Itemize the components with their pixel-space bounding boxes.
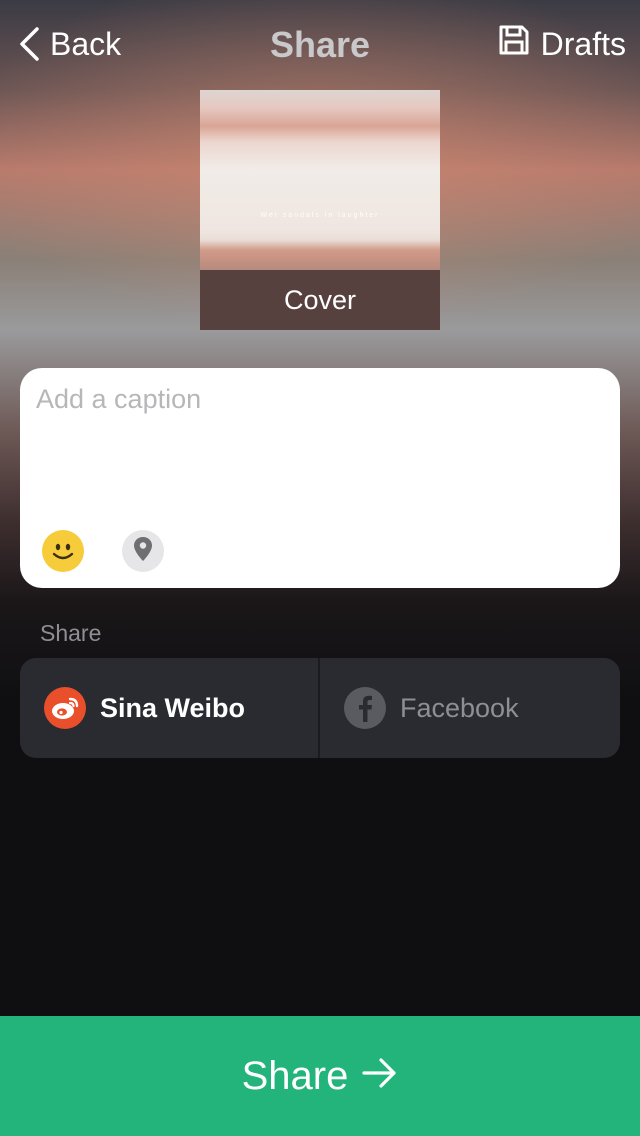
cover-image[interactable]: Wet sandals in laughter Cover <box>200 90 440 330</box>
share-button-label: Share <box>241 1053 349 1098</box>
cover-label[interactable]: Cover <box>200 270 440 330</box>
cover-image-text: Wet sandals in laughter <box>260 212 380 219</box>
share-section-label: Share <box>40 620 102 646</box>
navigation-bar: Back Share Drafts <box>0 0 640 88</box>
location-button[interactable] <box>122 530 164 572</box>
drafts-label: Drafts <box>540 25 626 62</box>
sina-weibo-label: Sina Weibo <box>100 692 246 723</box>
weibo-icon <box>44 687 86 729</box>
emoji-button[interactable] <box>42 530 84 572</box>
sina-weibo-toggle[interactable]: Sina Weibo <box>20 658 319 758</box>
drafts-button[interactable]: Drafts <box>497 22 626 66</box>
facebook-label: Facebook <box>400 692 519 723</box>
smiley-icon <box>42 543 84 576</box>
arrow-right-icon <box>362 1054 398 1099</box>
share-button[interactable]: Share <box>0 1016 640 1136</box>
save-icon <box>497 23 531 65</box>
caption-input[interactable] <box>36 384 604 504</box>
caption-box <box>20 368 620 588</box>
location-pin-icon <box>133 536 153 567</box>
facebook-toggle[interactable]: Facebook <box>320 658 619 758</box>
facebook-icon <box>344 687 386 729</box>
share-options: Sina Weibo Facebook <box>20 658 620 758</box>
